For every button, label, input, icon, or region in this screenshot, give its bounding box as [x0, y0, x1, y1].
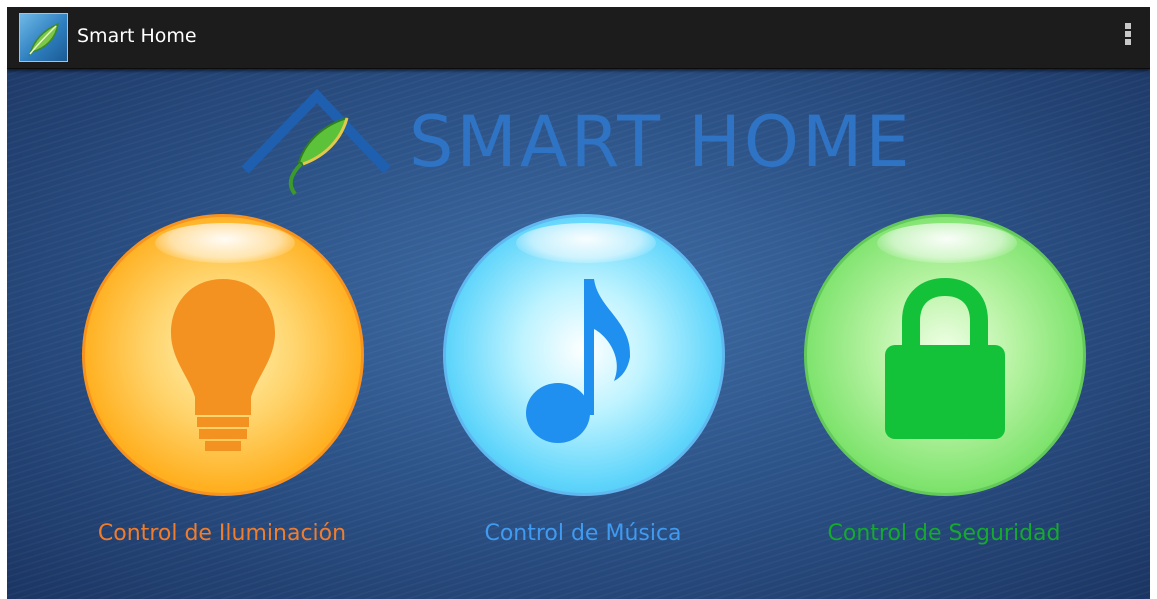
- action-bar: Smart Home: [7, 7, 1150, 69]
- app-title: Smart Home: [77, 25, 197, 47]
- lighting-control-button[interactable]: [82, 214, 364, 496]
- security-control-button[interactable]: [804, 214, 1086, 496]
- padlock-icon: [885, 277, 1005, 439]
- music-control-button[interactable]: [443, 214, 725, 496]
- main-content: SMART HOME Control de Iluminación Contro…: [7, 68, 1150, 599]
- overflow-menu-icon[interactable]: [1116, 21, 1140, 55]
- smart-home-logo: SMART HOME: [237, 88, 937, 213]
- music-control-label[interactable]: Control de Música: [403, 521, 763, 546]
- smart-home-leaf-icon[interactable]: [19, 13, 68, 62]
- security-control-label[interactable]: Control de Seguridad: [764, 521, 1124, 546]
- device-screen: Smart Home SMART HOME Control de Ilumina…: [7, 7, 1150, 599]
- music-note-icon: [526, 279, 631, 443]
- house-roof-leaf-icon: [241, 88, 391, 196]
- lightbulb-icon: [171, 279, 275, 451]
- lighting-control-label[interactable]: Control de Iluminación: [42, 521, 402, 546]
- logo-text: SMART HOME: [409, 101, 913, 183]
